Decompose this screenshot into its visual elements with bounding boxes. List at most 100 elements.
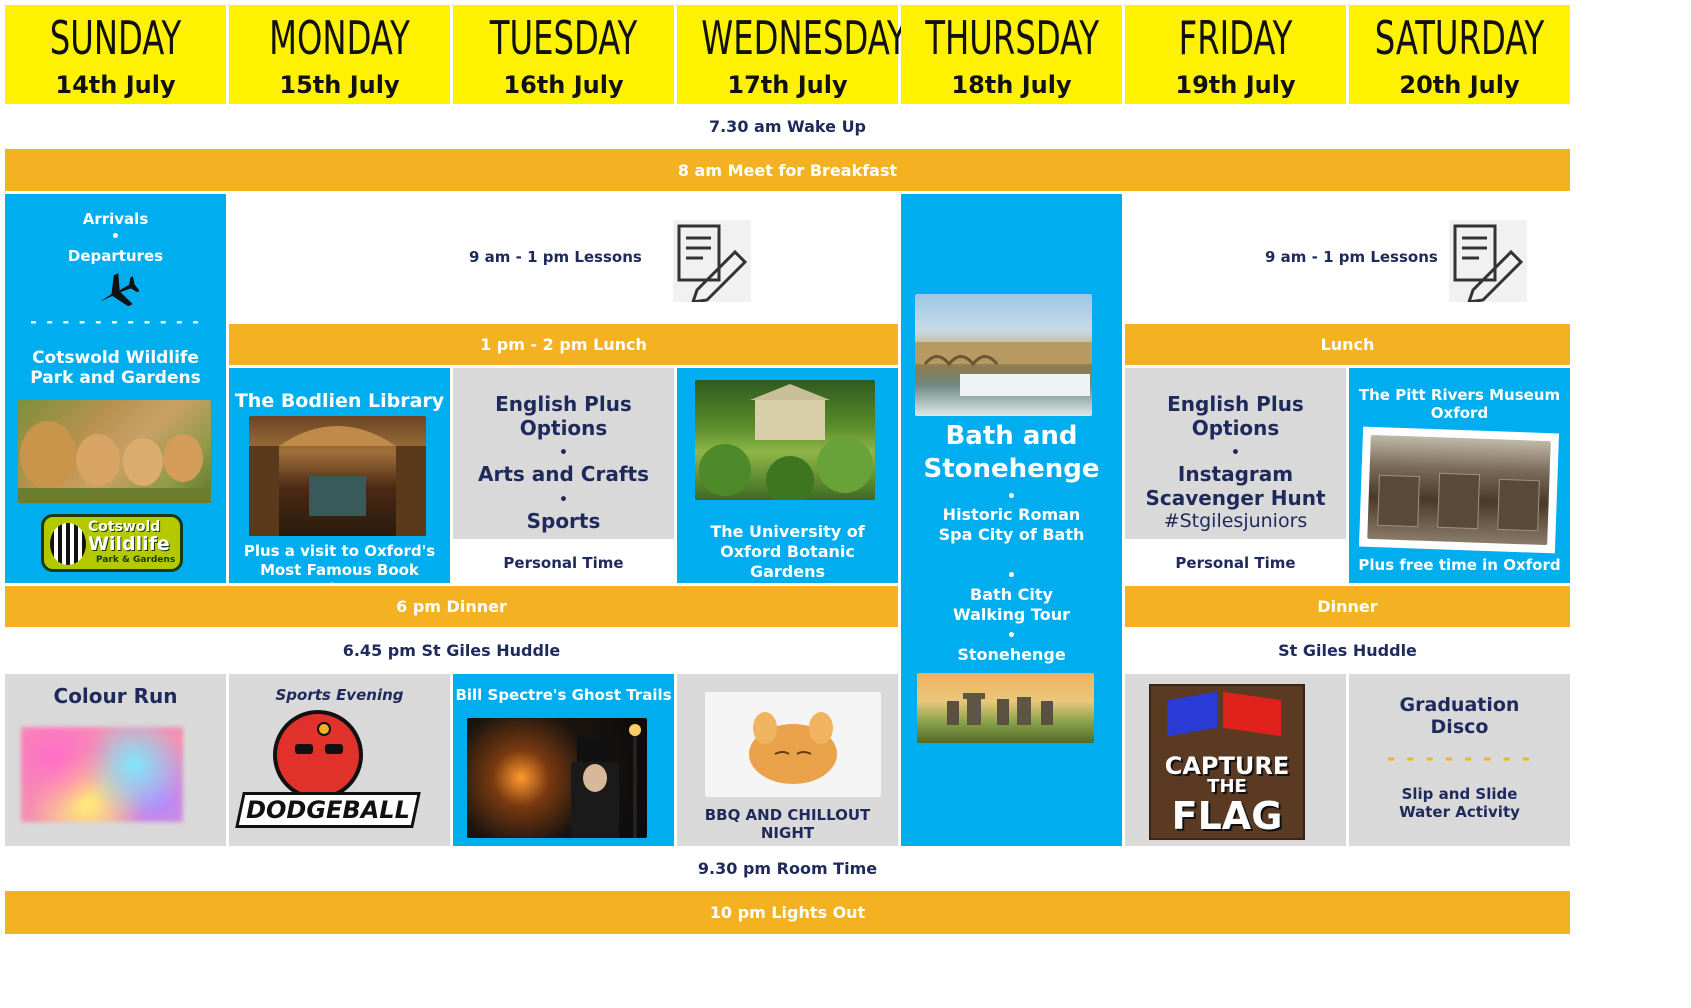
day-name: SUNDAY — [49, 11, 182, 65]
saturday-evening-cell: Graduation Disco - - - - - - - - Slip an… — [1349, 674, 1570, 846]
english-plus-options: English Plus Options — [495, 392, 632, 440]
capture-flag-logo: CAPTURE THE FLAG — [1149, 684, 1305, 840]
museum-photo — [1367, 434, 1551, 546]
logo-text: Wildlife — [88, 533, 170, 555]
tuesday-options-cell: English Plus Options • Arts and Crafts •… — [453, 368, 674, 539]
sports-evening-title: Sports Evening — [275, 686, 404, 704]
bath-photo — [915, 294, 1092, 416]
lion-cubs-photo — [18, 400, 211, 503]
lessons-left-cell: 9 am - 1 pm Lessons — [229, 194, 898, 322]
colour-run-title: Colour Run — [53, 684, 178, 708]
sleeping-kitten-photo — [705, 692, 881, 797]
english-plus-options: English Plus Options — [1167, 392, 1304, 440]
bodlien-title: The Bodlien Library — [234, 390, 445, 412]
lessons-right-cell: 9 am - 1 pm Lessons — [1125, 194, 1570, 322]
monday-afternoon-cell: The Bodlien Library Plus a visit to Oxfo… — [229, 368, 450, 598]
walking-tour-item: Bath City Walking Tour — [953, 585, 1070, 624]
day-name: THURSDAY — [925, 11, 1100, 65]
wednesday-evening-cell: BBQ AND CHILLOUT NIGHT — [677, 674, 898, 846]
dinner-right-row: Dinner — [1125, 586, 1570, 627]
friday-evening-cell: CAPTURE THE FLAG — [1125, 674, 1346, 846]
day-header-monday: MONDAY 15th July — [229, 5, 450, 104]
red-flag-icon — [1223, 691, 1281, 737]
wake-up-row: 7.30 am Wake Up — [708, 116, 867, 136]
saturday-afternoon-cell: The Pitt Rivers Museum Oxford Plus free … — [1349, 368, 1570, 583]
lights-out-row: 10 pm Lights Out — [5, 891, 1570, 934]
ghost-tour-photo — [467, 718, 647, 838]
bullet: • — [559, 492, 568, 508]
lunch-right-row: Lunch — [1125, 324, 1570, 365]
bullet: • — [111, 229, 120, 245]
sports-option: Sports — [526, 509, 601, 533]
day-name: TUESDAY — [489, 11, 638, 65]
day-header-wednesday: WEDNESDAY 17th July — [677, 5, 907, 104]
day-name: SATURDAY — [1374, 11, 1545, 65]
day-date: 16th July — [503, 71, 624, 99]
huddle-left-row: 6.45 pm St Giles Huddle — [342, 640, 561, 660]
library-photo — [249, 416, 426, 536]
tuesday-personal-time: Personal Time — [453, 540, 674, 583]
day-date: 15th July — [279, 71, 400, 99]
day-date: 17th July — [727, 71, 848, 99]
bath-stonehenge-title: Bath and Stonehenge — [923, 421, 1100, 484]
arts-crafts-option: Arts and Crafts — [478, 462, 649, 486]
day-header-tuesday: TUESDAY 16th July — [453, 5, 674, 104]
dinner-left-row: 6 pm Dinner — [5, 586, 898, 627]
botanic-gardens-photo — [695, 380, 875, 500]
thursday-day-cell: Bath and Stonehenge • Historic Roman Spa… — [901, 194, 1122, 846]
cotswold-wildlife-logo: Cotswold Wildlife Park & Gardens — [41, 514, 183, 572]
logo-text: DODGEBALL — [246, 796, 410, 824]
lesson-sheet-icon — [673, 220, 751, 304]
lessons-label: 9 am - 1 pm Lessons — [469, 248, 642, 266]
arrivals-label: Arrivals — [82, 210, 149, 228]
sunday-evening-cell: Colour Run — [5, 674, 226, 846]
personal-time-label: Personal Time — [503, 554, 624, 572]
monday-evening-cell: Sports Evening DODGEBALL — [229, 674, 450, 846]
personal-time-label: Personal Time — [1175, 554, 1296, 572]
museum-photo-frame — [1358, 426, 1560, 554]
dash-divider: - - - - - - - - - - - — [30, 312, 201, 331]
lessons-label: 9 am - 1 pm Lessons — [1265, 248, 1438, 266]
lesson-sheet-icon — [1449, 220, 1527, 304]
day-header-thursday: THURSDAY 18th July — [901, 5, 1122, 104]
slip-slide-title: Slip and Slide Water Activity — [1399, 785, 1520, 821]
tuesday-evening-cell: Bill Spectre's Ghost Trails — [453, 674, 674, 846]
day-name: FRIDAY — [1178, 11, 1293, 65]
roman-spa-item: Historic Roman Spa City of Bath — [938, 505, 1085, 544]
airplane-icon — [93, 272, 140, 312]
room-time-row: 9.30 pm Room Time — [697, 858, 878, 878]
logo-text: FLAG — [1171, 794, 1283, 838]
sunday-day-cell: Arrivals • Departures - - - - - - - - - … — [5, 194, 226, 583]
pitt-rivers-title: The Pitt Rivers Museum Oxford — [1358, 386, 1561, 422]
logo-text: Park & Gardens — [96, 555, 176, 565]
day-date: 14th July — [55, 71, 176, 99]
dash-divider: - - - - - - - - — [1386, 746, 1533, 770]
day-header-saturday: SATURDAY 20th July — [1349, 5, 1570, 104]
zebra-icon — [50, 523, 86, 565]
bullet: • — [1231, 445, 1240, 461]
day-header-sunday: SUNDAY 14th July — [5, 5, 226, 104]
friday-options-cell: English Plus Options • Instagram Scaveng… — [1125, 368, 1346, 539]
departures-label: Departures — [67, 247, 164, 265]
logo-text: CAPTURE — [1164, 752, 1290, 780]
day-date: 19th July — [1175, 71, 1296, 99]
day-header-friday: FRIDAY 19th July — [1125, 5, 1346, 104]
huddle-right-row: St Giles Huddle — [1278, 640, 1417, 660]
breakfast-row: 8 am Meet for Breakfast — [5, 149, 1570, 191]
colour-powder-image — [21, 727, 183, 822]
instagram-hunt-option: Instagram Scavenger Hunt — [1145, 462, 1326, 510]
hashtag-label: #Stgilesjuniors — [1163, 510, 1308, 532]
bbq-chillout-title: BBQ AND CHILLOUT NIGHT — [704, 806, 871, 842]
bullet: • — [1007, 568, 1016, 584]
day-name: MONDAY — [269, 11, 410, 65]
bullet: • — [1007, 628, 1016, 644]
blue-flag-icon — [1167, 691, 1217, 737]
bullet: • — [559, 445, 568, 461]
wednesday-afternoon-cell: The University of Oxford Botanic Gardens — [677, 368, 898, 583]
friday-personal-time: Personal Time — [1125, 540, 1346, 583]
graduation-disco-title: Graduation Disco — [1399, 694, 1520, 738]
wildlife-park-title: Cotswold Wildlife Park and Gardens — [30, 348, 201, 384]
dodgeball-logo: DODGEBALL — [235, 792, 421, 828]
botanic-gardens-caption: The University of Oxford Botanic Gardens — [710, 522, 865, 581]
ghost-trails-title: Bill Spectre's Ghost Trails — [455, 686, 672, 704]
